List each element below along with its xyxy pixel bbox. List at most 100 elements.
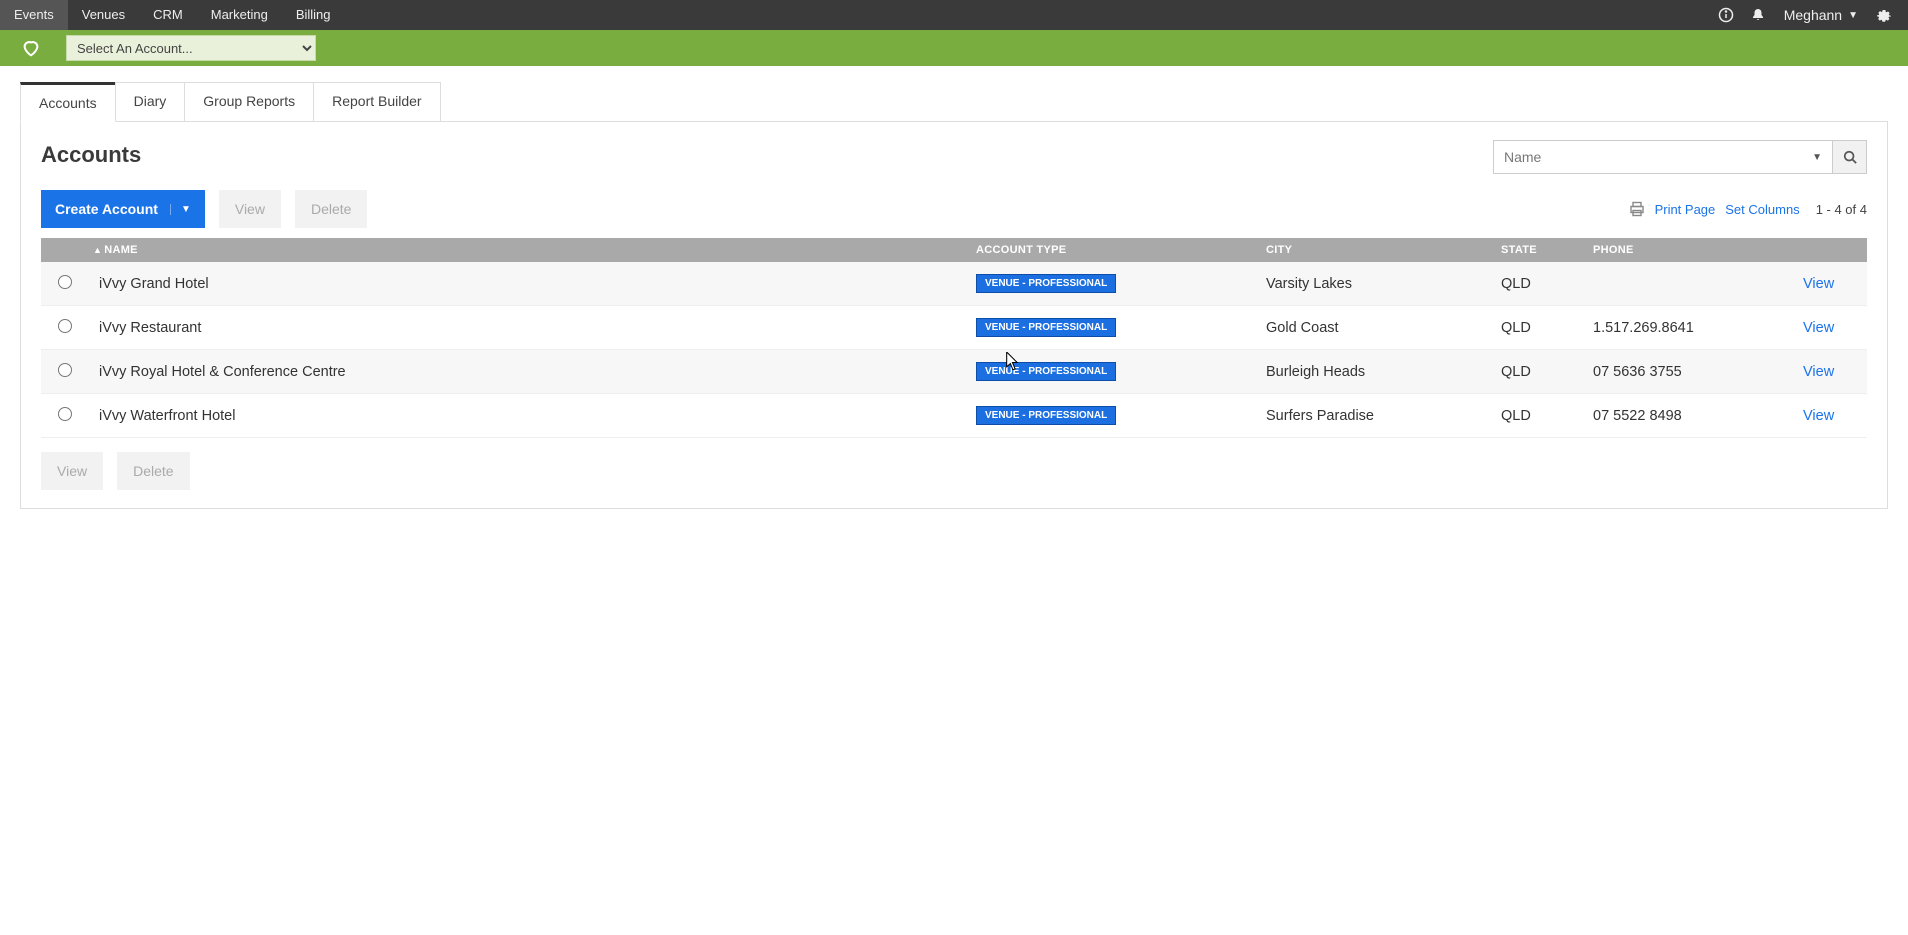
tab-group-reports[interactable]: Group Reports	[184, 82, 314, 121]
top-nav: Events Venues CRM Marketing Billing Megh…	[0, 0, 1908, 30]
page-title: Accounts	[41, 142, 141, 168]
row-action: View	[1793, 306, 1867, 350]
title-row: Accounts Name ▼	[41, 140, 1867, 180]
caret-down-icon: ▼	[170, 204, 191, 215]
col-name[interactable]: ▲NAME	[89, 238, 966, 262]
col-name-label: NAME	[104, 244, 138, 256]
info-icon[interactable]	[1710, 0, 1742, 30]
row-phone: 1.517.269.8641	[1583, 306, 1793, 350]
bell-icon[interactable]	[1742, 0, 1774, 30]
search-wrap: Name ▼	[1493, 140, 1867, 174]
row-state: QLD	[1491, 350, 1583, 394]
row-radio[interactable]	[58, 407, 72, 421]
row-city: Burleigh Heads	[1256, 350, 1491, 394]
set-columns-link[interactable]: Set Columns	[1725, 202, 1799, 217]
search-field-select[interactable]: Name ▼	[1493, 140, 1833, 174]
row-select-cell	[41, 394, 89, 438]
search-button[interactable]	[1833, 140, 1867, 174]
top-nav-left: Events Venues CRM Marketing Billing	[0, 0, 345, 30]
accounts-table: ▲NAME ACCOUNT TYPE CITY STATE PHONE iVvy…	[41, 238, 1867, 438]
tab-accounts[interactable]: Accounts	[20, 82, 116, 122]
top-nav-crm[interactable]: CRM	[139, 0, 197, 30]
print-page-link[interactable]: Print Page	[1655, 202, 1716, 217]
row-radio[interactable]	[58, 275, 72, 289]
row-view-link[interactable]: View	[1803, 364, 1834, 380]
top-nav-right: Meghann ▼	[1710, 0, 1908, 30]
user-menu[interactable]: Meghann ▼	[1774, 0, 1868, 30]
top-nav-marketing[interactable]: Marketing	[197, 0, 282, 30]
view-button-top[interactable]: View	[219, 190, 281, 228]
logo-icon[interactable]	[16, 33, 46, 63]
row-type: VENUE - PROFESSIONAL	[966, 306, 1256, 350]
row-action: View	[1793, 262, 1867, 306]
user-name: Meghann	[1784, 7, 1842, 23]
view-button-bottom[interactable]: View	[41, 452, 103, 490]
account-select[interactable]: Select An Account...	[66, 35, 316, 61]
col-type[interactable]: ACCOUNT TYPE	[966, 238, 1256, 262]
row-radio[interactable]	[58, 363, 72, 377]
table-row[interactable]: iVvy Restaurant VENUE - PROFESSIONAL Gold …	[41, 306, 1867, 350]
content: Accounts Name ▼ Create Account ▼ View De…	[20, 122, 1888, 509]
row-city: Varsity Lakes	[1256, 262, 1491, 306]
top-nav-events[interactable]: Events	[0, 0, 68, 30]
row-view-link[interactable]: View	[1803, 320, 1834, 336]
create-account-label: Create Account	[55, 201, 158, 217]
row-action: View	[1793, 394, 1867, 438]
row-phone	[1583, 262, 1793, 306]
green-bar: Select An Account...	[0, 30, 1908, 66]
row-phone: 07 5636 3755	[1583, 350, 1793, 394]
print-icon	[1629, 201, 1645, 217]
right-tools: Print Page Set Columns 1 - 4 of 4	[1629, 201, 1867, 217]
caret-down-icon: ▼	[1812, 152, 1822, 163]
row-name: iVvy Restaurant	[89, 306, 966, 350]
row-state: QLD	[1491, 262, 1583, 306]
row-name: iVvy Royal Hotel & Conference Centre	[89, 350, 966, 394]
table-row[interactable]: iVvy Waterfront Hotel VENUE - PROFESSIONA…	[41, 394, 1867, 438]
action-bar: Create Account ▼ View Delete Print Page …	[41, 190, 1867, 228]
create-account-button[interactable]: Create Account ▼	[41, 190, 205, 228]
row-view-link[interactable]: View	[1803, 276, 1834, 292]
col-phone[interactable]: PHONE	[1583, 238, 1793, 262]
row-select-cell	[41, 262, 89, 306]
delete-button-bottom[interactable]: Delete	[117, 452, 189, 490]
row-phone: 07 5522 8498	[1583, 394, 1793, 438]
row-name: iVvy Grand Hotel	[89, 262, 966, 306]
lower-actions: View Delete	[41, 452, 1867, 490]
row-select-cell	[41, 350, 89, 394]
search-placeholder: Name	[1504, 149, 1541, 165]
row-state: QLD	[1491, 394, 1583, 438]
row-type: VENUE - PROFESSIONAL	[966, 350, 1256, 394]
delete-button-top[interactable]: Delete	[295, 190, 367, 228]
account-type-badge: VENUE - PROFESSIONAL	[976, 274, 1116, 293]
col-action	[1793, 238, 1867, 262]
row-city: Gold Coast	[1256, 306, 1491, 350]
tabs-region: Accounts Diary Group Reports Report Buil…	[0, 66, 1908, 122]
top-nav-venues[interactable]: Venues	[68, 0, 139, 30]
row-state: QLD	[1491, 306, 1583, 350]
caret-down-icon: ▼	[1848, 10, 1858, 21]
account-type-badge: VENUE - PROFESSIONAL	[976, 362, 1116, 381]
top-nav-billing[interactable]: Billing	[282, 0, 345, 30]
pagination-info: 1 - 4 of 4	[1816, 202, 1867, 217]
account-type-badge: VENUE - PROFESSIONAL	[976, 318, 1116, 337]
tabs: Accounts Diary Group Reports Report Buil…	[20, 82, 1888, 122]
sort-asc-icon: ▲	[93, 245, 102, 255]
col-city[interactable]: CITY	[1256, 238, 1491, 262]
table-row[interactable]: iVvy Grand Hotel VENUE - PROFESSIONAL Vars…	[41, 262, 1867, 306]
col-select	[41, 238, 89, 262]
row-type: VENUE - PROFESSIONAL	[966, 262, 1256, 306]
table-header-row: ▲NAME ACCOUNT TYPE CITY STATE PHONE	[41, 238, 1867, 262]
col-state[interactable]: STATE	[1491, 238, 1583, 262]
row-action: View	[1793, 350, 1867, 394]
account-type-badge: VENUE - PROFESSIONAL	[976, 406, 1116, 425]
row-city: Surfers Paradise	[1256, 394, 1491, 438]
row-select-cell	[41, 306, 89, 350]
tab-diary[interactable]: Diary	[115, 82, 186, 121]
tab-report-builder[interactable]: Report Builder	[313, 82, 441, 121]
row-type: VENUE - PROFESSIONAL	[966, 394, 1256, 438]
row-view-link[interactable]: View	[1803, 408, 1834, 424]
gear-icon[interactable]	[1868, 0, 1900, 30]
table-row[interactable]: iVvy Royal Hotel & Conference Centre VENU…	[41, 350, 1867, 394]
row-name: iVvy Waterfront Hotel	[89, 394, 966, 438]
row-radio[interactable]	[58, 319, 72, 333]
